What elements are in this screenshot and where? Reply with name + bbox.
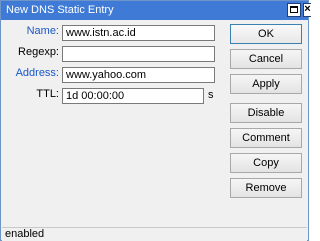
ttl-label: TTL: xyxy=(36,88,59,100)
remove-button[interactable]: Remove xyxy=(230,178,302,198)
regexp-label: Regexp: xyxy=(18,46,59,58)
dns-static-entry-window: New DNS Static Entry × Name: www.istn.ac… xyxy=(0,0,311,241)
address-field[interactable]: www.yahoo.com xyxy=(62,67,215,83)
comment-button[interactable]: Comment xyxy=(230,128,302,148)
status-bar: enabled xyxy=(2,227,307,241)
cancel-button[interactable]: Cancel xyxy=(230,49,302,69)
regexp-field[interactable] xyxy=(62,46,215,62)
close-icon: × xyxy=(304,3,311,15)
ok-button[interactable]: OK xyxy=(230,24,302,44)
address-label: Address: xyxy=(15,67,59,79)
disable-button[interactable]: Disable xyxy=(230,103,302,123)
restore-icon xyxy=(290,6,298,13)
name-label: Name: xyxy=(26,25,59,37)
title-bar[interactable]: New DNS Static Entry × xyxy=(1,1,311,20)
close-button[interactable]: × xyxy=(303,3,311,17)
name-field[interactable]: www.istn.ac.id xyxy=(62,25,215,41)
ttl-field[interactable]: 1d 00:00:00 xyxy=(62,88,204,104)
apply-button[interactable]: Apply xyxy=(230,74,302,94)
restore-button[interactable] xyxy=(287,3,301,17)
copy-button[interactable]: Copy xyxy=(230,153,302,173)
ttl-unit-label: s xyxy=(208,89,214,101)
window-title: New DNS Static Entry xyxy=(6,4,114,16)
status-text: enabled xyxy=(5,228,45,240)
